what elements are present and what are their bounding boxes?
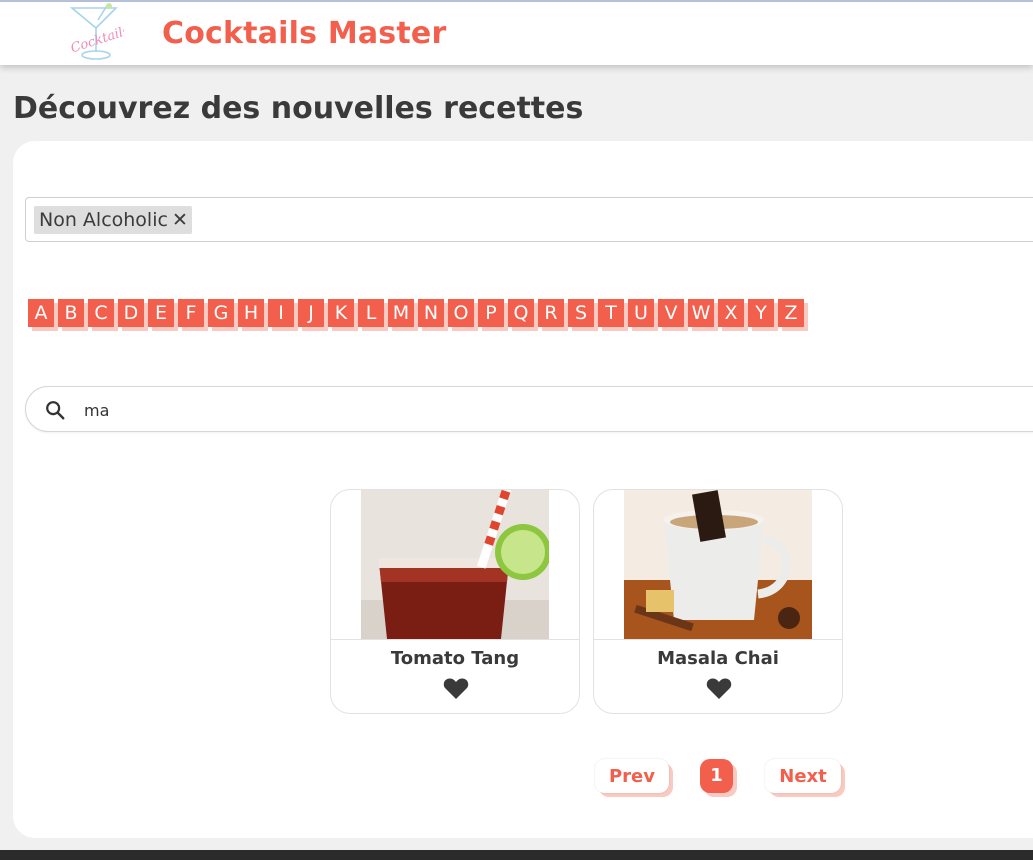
page-title: Découvrez des nouvelles recettes [13,91,584,126]
letter-button-c[interactable]: C [88,299,114,327]
heart-icon[interactable] [443,677,469,700]
recipe-title: Tomato Tang [390,648,520,669]
recipe-card-tomato-tang[interactable]: Tomato Tang [330,489,580,714]
letter-button-o[interactable]: O [448,299,474,327]
letter-button-f[interactable]: F [178,299,204,327]
letter-button-z[interactable]: Z [778,299,804,327]
letter-button-s[interactable]: S [568,299,594,327]
letter-button-r[interactable]: R [538,299,564,327]
heart-icon[interactable] [706,677,732,700]
app-title[interactable]: Cocktails Master [162,16,446,51]
letter-button-n[interactable]: N [418,299,444,327]
letter-button-l[interactable]: L [358,299,384,327]
letter-button-k[interactable]: K [328,299,354,327]
letter-button-t[interactable]: T [598,299,624,327]
letter-button-j[interactable]: J [298,299,324,327]
card-divider [594,639,842,640]
footer-bar [0,850,1033,860]
letter-button-d[interactable]: D [118,299,144,327]
letter-button-b[interactable]: B [58,299,84,327]
letter-button-h[interactable]: H [238,299,264,327]
search-input[interactable] [84,396,984,424]
letter-button-i[interactable]: I [268,299,294,327]
recipe-image-tomato-tang [361,490,549,639]
search-bar[interactable] [25,386,1033,432]
letter-button-u[interactable]: U [628,299,654,327]
letter-button-v[interactable]: V [658,299,684,327]
recipe-image-masala-chai [624,490,812,639]
filter-tag-non-alcoholic: Non Alcoholic ✕ [34,206,192,234]
card-divider [331,639,579,640]
letter-button-x[interactable]: X [718,299,744,327]
prev-button[interactable]: Prev [595,759,669,793]
alphabet-filter: ABCDEFGHIJKLMNOPQRSTUVWXYZ [28,299,804,327]
letter-button-a[interactable]: A [28,299,54,327]
letter-button-e[interactable]: E [148,299,174,327]
search-icon [46,401,65,420]
filter-tag-field[interactable]: Non Alcoholic ✕ [25,197,1033,242]
recipe-card-masala-chai[interactable]: Masala Chai [593,489,843,714]
letter-button-w[interactable]: W [688,299,714,327]
filter-tag-label: Non Alcoholic [39,209,168,231]
page-number-current[interactable]: 1 [700,759,733,793]
close-icon[interactable]: ✕ [172,209,188,231]
letter-button-g[interactable]: G [208,299,234,327]
app-header: Cocktails Cocktails Master [0,2,1033,65]
letter-button-y[interactable]: Y [748,299,774,327]
next-button[interactable]: Next [765,759,841,793]
recipe-title: Masala Chai [657,648,779,669]
cocktail-logo[interactable]: Cocktails [62,2,124,64]
letter-button-m[interactable]: M [388,299,414,327]
letter-button-q[interactable]: Q [508,299,534,327]
letter-button-p[interactable]: P [478,299,504,327]
